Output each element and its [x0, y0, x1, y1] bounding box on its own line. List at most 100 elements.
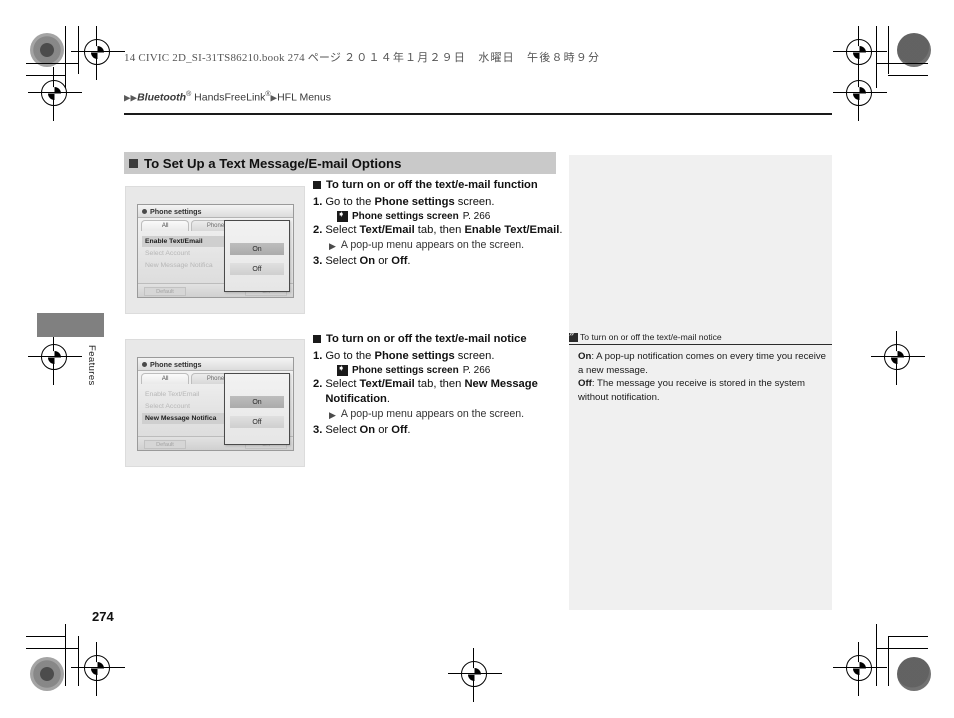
side-note-body: On: A pop-up notification comes on every…: [578, 350, 826, 404]
step-note-1: ▶ A pop-up menu appears on the screen.: [329, 239, 565, 253]
step-text-2-2: Select Text/Email tab, then New Message …: [325, 377, 538, 405]
crop-mark-bl-v1: [65, 624, 67, 686]
registration-target-left-mid: [28, 331, 82, 385]
step-note-label-2: A pop-up menu appears on the screen.: [340, 407, 525, 420]
registration-target-top-right: [833, 26, 887, 80]
onoff-popup-1[interactable]: On Off: [224, 220, 290, 292]
default-button-2[interactable]: Default: [144, 440, 186, 449]
crop-mark-bl-h2: [26, 636, 66, 638]
crop-mark-br-v2: [888, 636, 890, 686]
section-title-band: To Set Up a Text Message/E-mail Options: [124, 152, 556, 174]
cross-reference-page-1-1: P. 266: [462, 210, 491, 222]
reference-arrow-icon-1-1: [337, 209, 348, 222]
crop-mark-br-h2: [888, 636, 928, 638]
crop-mark-br-h1: [876, 648, 928, 650]
step-text-2-3: Select On or Off.: [325, 423, 411, 436]
halftone-circle-top-right: [897, 33, 931, 67]
registration-target-bottom-center: [448, 648, 502, 702]
reference-arrow-icon-2-1: [337, 363, 348, 376]
default-button-1[interactable]: Default: [144, 287, 186, 296]
step-number-1-1: 1.: [313, 195, 323, 208]
note-on-label: On: [578, 351, 592, 362]
registration-target-right-mid: [871, 331, 925, 385]
breadcrumb-hfl-menus: HFL Menus: [277, 91, 331, 104]
step-text-1-1: Go to the Phone settings screen.: [325, 195, 495, 208]
instruction-heading-label-2: To turn on or off the text/e-mail notice: [326, 333, 527, 345]
step-1-3: 3. Select On or Off.: [313, 254, 565, 269]
registration-target-right-upper: [833, 67, 887, 121]
step-1-1: 1. Go to the Phone settings screen.: [313, 195, 565, 210]
cross-reference-label-2-1: Phone settings screen: [352, 364, 459, 376]
crop-mark-tr-h1: [876, 63, 928, 65]
step-1-2: 2. Select Text/Email tab, then Enable Te…: [313, 223, 565, 238]
step-text-2-1: Go to the Phone settings screen.: [325, 349, 495, 362]
breadcrumb: ▶▶Bluetooth® HandsFreeLink®▶HFL Menus: [124, 91, 331, 104]
device-screen-1[interactable]: Phone settings All Phone Enable Text/Ema…: [137, 204, 294, 298]
note-on-text: : A pop-up notification comes on every t…: [578, 351, 826, 376]
crop-mark-tl-h1: [26, 63, 79, 65]
popup-on-button-1[interactable]: On: [230, 243, 284, 255]
manual-page: Features 14 CIVIC 2D_SI-31TS86210.book 2…: [0, 0, 954, 718]
cross-reference-page-2-1: P. 266: [462, 364, 491, 376]
crop-mark-bl-h1: [26, 648, 79, 650]
device-screen-2[interactable]: Phone settings All Phone Enable Text/Ema…: [137, 357, 294, 451]
halftone-circle-top-left: [30, 33, 64, 67]
crop-mark-br-v1: [876, 624, 878, 686]
crop-mark-bl-v2: [78, 636, 80, 686]
step-number-2-3: 3.: [313, 423, 323, 436]
crop-mark-tl-v2: [78, 26, 80, 74]
tab-all-2[interactable]: All: [141, 373, 190, 384]
step-2-1: 1. Go to the Phone settings screen.: [313, 349, 565, 364]
step-2-3: 3. Select On or Off.: [313, 423, 565, 438]
step-2-2: 2. Select Text/Email tab, then New Messa…: [313, 377, 565, 407]
book-filename-ascii: 14 CIVIC 2D_SI-31TS86210.book 274 ページ: [124, 52, 342, 64]
triangle-bullet-icon-2: ▶: [329, 409, 336, 420]
registration-target-bottom-right: [833, 642, 887, 696]
status-dot-icon-2: [142, 361, 147, 367]
step-number-2-1: 1.: [313, 349, 323, 362]
step-text-1-2: Select Text/Email tab, then Enable Text/…: [325, 223, 563, 236]
registration-target-left-upper: [28, 67, 82, 121]
note-off-label: Off: [578, 378, 592, 390]
breadcrumb-bluetooth: Bluetooth: [137, 91, 187, 104]
breadcrumb-arrow-1: ▶▶: [124, 92, 138, 103]
crop-mark-tr-v2: [888, 26, 890, 74]
cross-reference-1-1[interactable]: Phone settings screen P. 266: [337, 209, 565, 222]
halftone-circle-bottom-left: [30, 657, 64, 691]
step-number-1-3: 3.: [313, 254, 323, 267]
thumb-tab-label: Features: [86, 345, 97, 386]
status-dot-icon-1: [142, 208, 147, 214]
step-number-1-2: 2.: [313, 223, 323, 236]
triangle-bullet-icon-1: ▶: [329, 240, 336, 251]
book-filename-header: 14 CIVIC 2D_SI-31TS86210.book 274 ページ ２０…: [124, 49, 600, 65]
crop-mark-tr-h2: [888, 75, 928, 77]
step-note-2: ▶ A pop-up menu appears on the screen.: [329, 408, 565, 422]
popup-on-button-2[interactable]: On: [230, 396, 284, 408]
double-chevron-icon: [569, 329, 578, 342]
step-text-1-3: Select On or Off.: [325, 254, 411, 267]
crop-mark-tl-h2: [26, 75, 66, 77]
breadcrumb-handsfreelink: HandsFreeLink: [191, 91, 266, 104]
header-divider: [124, 113, 832, 115]
thumb-tab-features: [37, 313, 104, 337]
crop-mark-tl-v1: [65, 26, 67, 88]
halftone-circle-bottom-right: [897, 657, 931, 691]
screen-titlebar-1: Phone settings: [138, 205, 293, 218]
step-number-2-2: 2.: [313, 377, 323, 390]
instruction-heading-2: To turn on or off the text/e-mail notice: [313, 332, 565, 347]
instruction-heading-label-1: To turn on or off the text/e-mail functi…: [326, 179, 538, 191]
step-note-label-1: A pop-up menu appears on the screen.: [340, 238, 525, 251]
popup-off-button-1[interactable]: Off: [230, 263, 284, 275]
instruction-heading-1: To turn on or off the text/e-mail functi…: [313, 178, 565, 193]
onoff-popup-2[interactable]: On Off: [224, 373, 290, 445]
cross-reference-2-1[interactable]: Phone settings screen P. 266: [337, 363, 565, 376]
side-note-heading: To turn on or off the text/e-mail notice: [569, 329, 832, 345]
book-filename-date: ２０１４年１月２９日 水曜日 午後８時９分: [344, 52, 601, 64]
popup-off-button-2[interactable]: Off: [230, 416, 284, 428]
registration-target-top-left: [71, 26, 125, 80]
screen-title-1: Phone settings: [150, 206, 202, 216]
square-bullet-icon-1: [313, 181, 321, 189]
instruction-block-1: To turn on or off the text/e-mail functi…: [313, 178, 565, 269]
tab-all-1[interactable]: All: [141, 220, 190, 231]
instruction-block-2: To turn on or off the text/e-mail notice…: [313, 332, 565, 438]
